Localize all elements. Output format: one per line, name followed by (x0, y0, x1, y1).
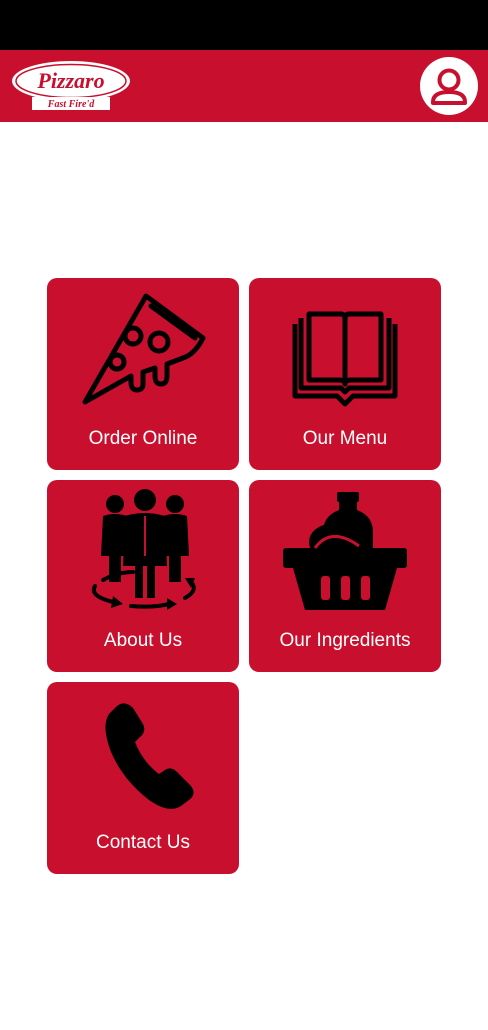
about-us-tile[interactable]: About Us (47, 480, 239, 672)
logo-text: Pizzaro (36, 68, 104, 93)
logo-tagline: Fast Fire'd (47, 99, 95, 110)
our-ingredients-tile[interactable]: Our Ingredients (249, 480, 441, 672)
contact-us-label: Contact Us (96, 832, 190, 853)
status-bar (0, 0, 488, 50)
our-menu-label: Our Menu (302, 428, 388, 449)
basket-icon (275, 486, 415, 618)
app-header: Pizzaro Fast Fire'd (0, 50, 488, 122)
contact-us-tile[interactable]: Contact Us (47, 682, 239, 874)
phone-icon (73, 688, 213, 820)
our-menu-tile[interactable]: Our Menu (249, 278, 441, 470)
pizzaro-logo[interactable]: Pizzaro Fast Fire'd (10, 58, 132, 114)
logo-graphic: Pizzaro Fast Fire'd (12, 61, 130, 110)
team-icon (73, 486, 213, 618)
open-book-icon (275, 284, 415, 416)
profile-button[interactable] (420, 57, 478, 115)
order-online-label: Order Online (88, 428, 198, 449)
our-ingredients-label: Our Ingredients (279, 630, 411, 651)
user-avatar-icon (431, 68, 467, 105)
about-us-label: About Us (103, 630, 183, 651)
pizza-slice-icon (73, 284, 213, 416)
order-online-tile[interactable]: Order Online (47, 278, 239, 470)
